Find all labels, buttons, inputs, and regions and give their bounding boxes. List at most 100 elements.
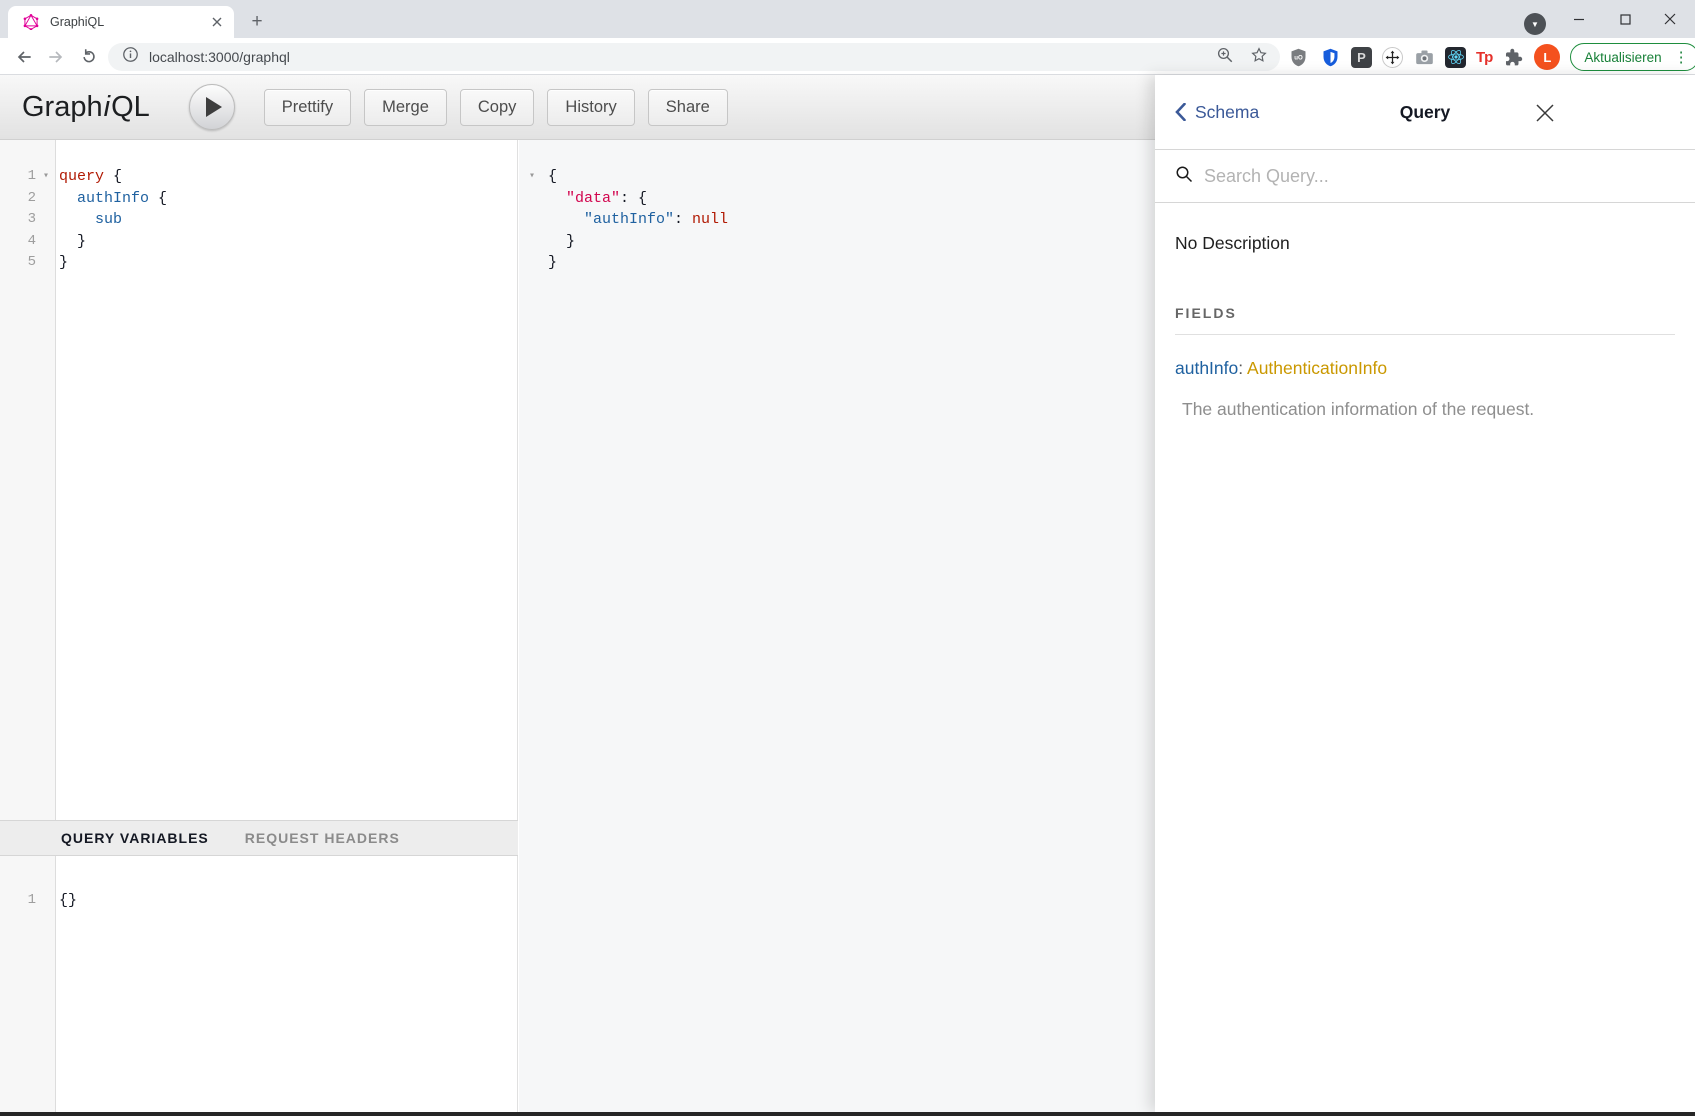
bitwarden-extension-icon[interactable] [1319,46,1341,68]
variables-editor[interactable]: 1 {} [0,856,518,1112]
forward-icon[interactable] [42,43,70,71]
field-name-link[interactable]: authInfo [1175,358,1238,378]
history-button[interactable]: History [547,89,634,126]
back-icon[interactable] [10,43,38,71]
code-line: 2 authInfo { [0,188,517,210]
variables-code: 1 {} [0,890,517,912]
code-line: 5} [0,252,517,274]
bookmark-star-icon[interactable] [1250,46,1268,69]
code-text: } [545,252,557,274]
profile-avatar[interactable]: L [1534,44,1560,70]
doc-close-icon[interactable] [1531,99,1559,127]
line-number: 5 [0,252,36,274]
window-maximize-button[interactable] [1606,5,1644,33]
fields-divider [1175,334,1675,335]
site-info-icon[interactable] [122,46,139,68]
doc-explorer: Schema Query No Description FIELDS authI… [1155,75,1695,1112]
move-tool-extension-icon[interactable] [1382,47,1403,68]
fold-gutter [519,252,545,274]
fold-gutter [36,252,56,274]
play-icon [206,97,222,117]
screenshot-extension-icon[interactable] [1413,46,1435,68]
chevron-left-icon [1175,103,1186,121]
fold-gutter [36,890,56,912]
code-text: } [545,231,575,253]
browser-menu-icon[interactable]: ⋮ [1671,48,1692,66]
react-devtools-extension-icon[interactable] [1445,47,1466,68]
secondary-editor-title-bar: QUERY VARIABLES REQUEST HEADERS [0,820,518,856]
fold-gutter [519,188,545,210]
tab-query-variables[interactable]: QUERY VARIABLES [61,830,209,846]
query-editor[interactable]: 1▾query {2 authInfo {3 sub4 }5} [0,140,518,820]
chrome-status-caret-icon[interactable]: ▼ [1524,13,1546,35]
doc-back-label: Schema [1195,102,1259,123]
fold-arrow-icon[interactable]: ▾ [36,166,56,188]
code-text: authInfo { [56,188,167,210]
share-button[interactable]: Share [648,89,728,126]
code-text: {} [56,890,77,912]
code-line: "data": { [519,188,1155,210]
tp-extension-icon[interactable]: Tp [1476,49,1492,66]
code-line: "authInfo": null [519,209,1155,231]
graphiql-toolbar: GraphiQL Prettify Merge Copy History Sha… [0,75,1155,140]
fold-arrow-icon[interactable]: ▾ [519,166,545,188]
svg-text:uO: uO [1294,54,1303,61]
graphiql-logo: GraphiQL [22,91,150,124]
code-line: ▾{ [519,166,1155,188]
reload-icon[interactable] [74,43,102,71]
fold-gutter [36,231,56,253]
ublock-extension-icon[interactable]: uO [1287,46,1309,68]
code-line: } [519,252,1155,274]
taskbar-edge [0,1112,1695,1116]
result-code: ▾{ "data": { "authInfo": null }} [519,166,1155,274]
window-minimize-button[interactable] [1560,5,1598,33]
code-text: { [545,166,557,188]
prettify-button[interactable]: Prettify [264,89,351,126]
code-line: } [519,231,1155,253]
doc-explorer-header: Schema Query [1155,75,1695,150]
line-number: 1 [0,890,36,912]
code-text: } [56,231,86,253]
code-text: "data": { [545,188,647,210]
execute-query-button[interactable] [189,84,235,130]
privacy-extension-icon[interactable]: P [1351,47,1372,68]
zoom-icon[interactable] [1216,46,1234,69]
doc-back-link[interactable]: Schema [1175,102,1259,123]
graphql-favicon-icon [20,11,42,33]
doc-search-input[interactable] [1204,166,1675,187]
fold-gutter [519,209,545,231]
doc-explorer-title: Query [1400,102,1451,123]
query-code: 1▾query {2 authInfo {3 sub4 }5} [0,166,517,274]
code-line: 1 {} [0,890,517,912]
tab-close-icon[interactable] [208,13,226,31]
field-type-link[interactable]: AuthenticationInfo [1247,358,1387,378]
code-line: 1▾query { [0,166,517,188]
code-text: query { [56,166,122,188]
line-number: 2 [0,188,36,210]
field-separator: : [1238,358,1243,378]
code-text: "authInfo": null [545,209,728,231]
url-text[interactable]: localhost:3000/graphql [149,49,290,65]
copy-button[interactable]: Copy [460,89,535,126]
fold-gutter [36,188,56,210]
window-close-button[interactable] [1651,5,1689,33]
code-text: sub [56,209,122,231]
fold-gutter [36,209,56,231]
result-viewer[interactable]: ▾{ "data": { "authInfo": null }} [519,140,1155,1112]
code-line: 3 sub [0,209,517,231]
code-line: 4 } [0,231,517,253]
field-entry: authInfo: AuthenticationInfo [1175,358,1675,379]
tab-request-headers[interactable]: REQUEST HEADERS [245,830,400,846]
extensions-puzzle-icon[interactable] [1502,46,1524,68]
address-bar[interactable]: localhost:3000/graphql [108,43,1280,71]
browser-tab[interactable]: GraphiQL [8,6,234,38]
update-label: Aktualisieren [1584,50,1661,65]
merge-button[interactable]: Merge [364,89,447,126]
new-tab-button[interactable]: + [244,9,270,35]
doc-search-bar [1155,150,1695,203]
browser-update-button[interactable]: Aktualisieren ⋮ [1570,43,1695,71]
fields-heading: FIELDS [1175,305,1675,321]
search-icon [1175,165,1193,188]
line-number: 1 [0,166,36,188]
line-number: 3 [0,209,36,231]
